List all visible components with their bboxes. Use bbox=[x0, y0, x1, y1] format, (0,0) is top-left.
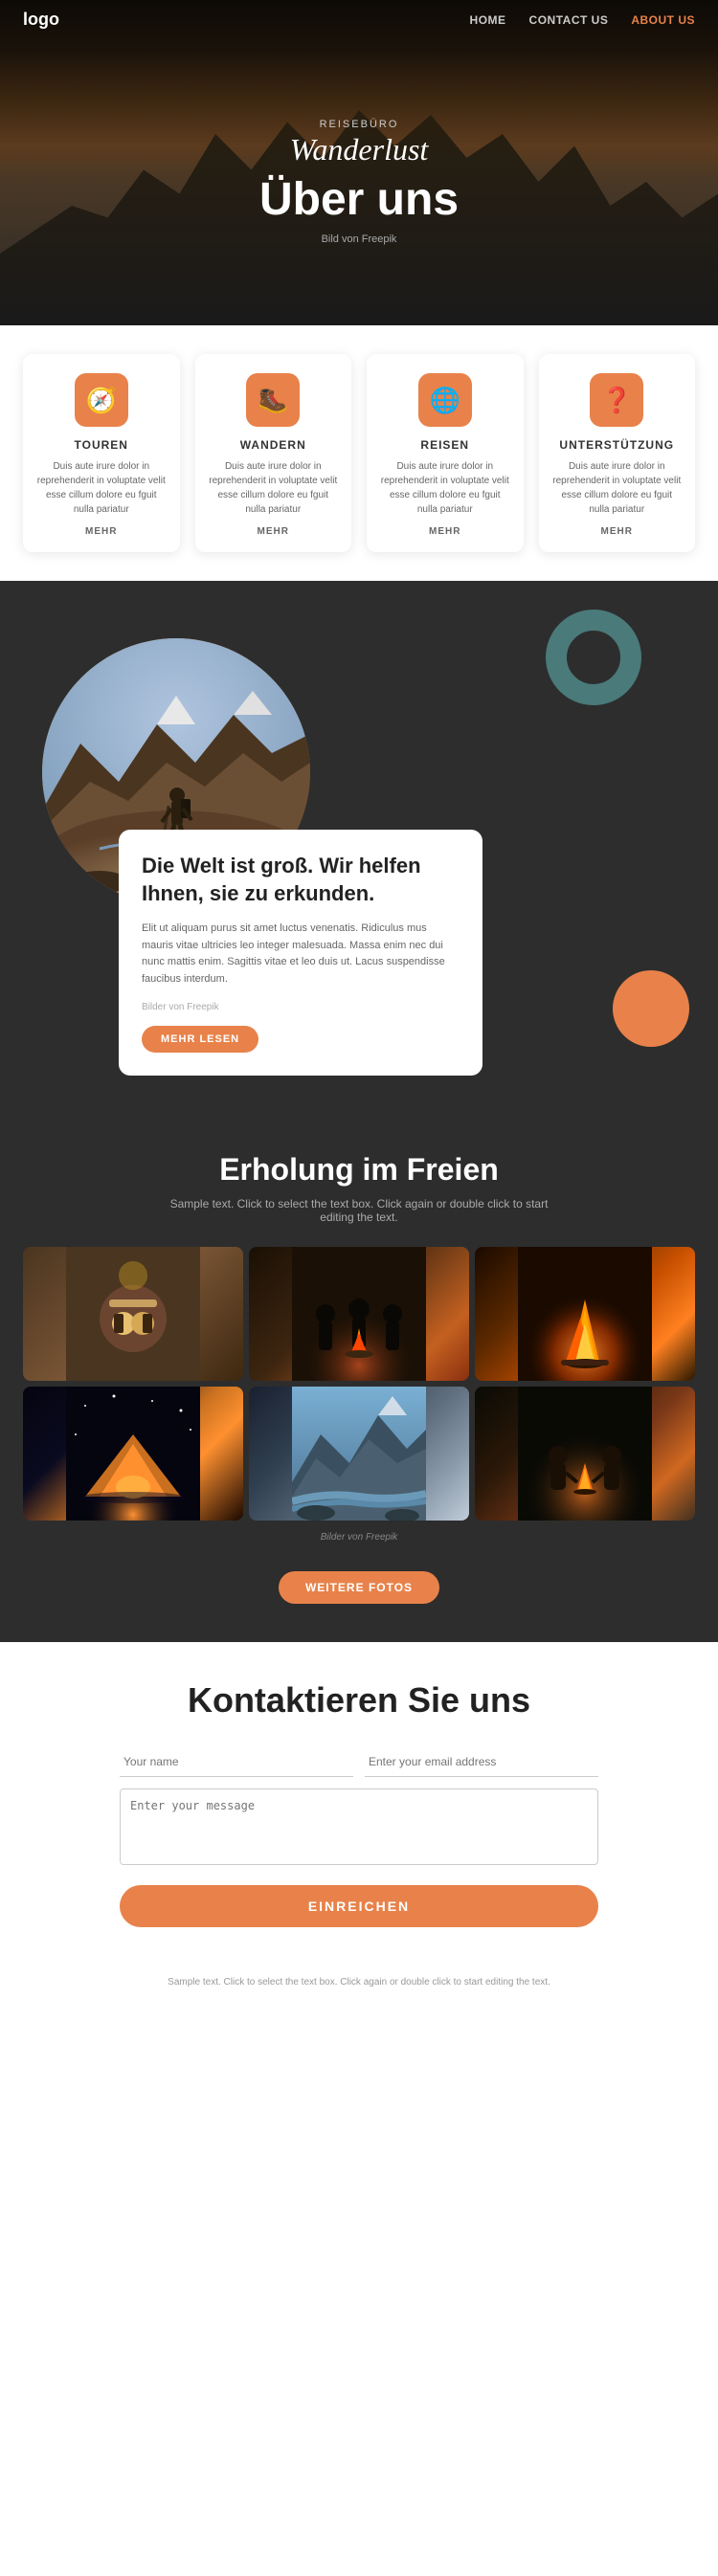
explore-heading: Die Welt ist groß. Wir helfen Ihnen, sie… bbox=[142, 853, 460, 907]
gallery-section: Erholung im Freien Sample text. Click to… bbox=[0, 1123, 718, 1642]
hero-brand: Wanderlust bbox=[259, 132, 459, 167]
contact-form: EINREICHEN bbox=[120, 1747, 598, 1927]
explore-content-card: Die Welt ist groß. Wir helfen Ihnen, sie… bbox=[119, 830, 482, 1076]
touren-icon: 🧭 bbox=[86, 386, 117, 415]
submit-button[interactable]: EINREICHEN bbox=[120, 1885, 598, 1927]
card-touren: 🧭 TOUREN Duis aute irure dolor in repreh… bbox=[23, 354, 180, 552]
hero-content: REISEBÜRO Wanderlust Über uns Bild von F… bbox=[259, 119, 459, 245]
card-wandern: 🥾 WANDERN Duis aute irure dolor in repre… bbox=[195, 354, 352, 552]
card-more-0[interactable]: MEHR bbox=[36, 526, 167, 537]
card-text-2: Duis aute irure dolor in reprehenderit i… bbox=[380, 459, 510, 517]
reisen-icon: 🌐 bbox=[430, 386, 460, 415]
gallery-credit: Bilder von Freepik bbox=[23, 1532, 695, 1543]
navbar: logo HOME CONTACT US ABOUT US bbox=[0, 0, 718, 39]
nav-home[interactable]: HOME bbox=[470, 13, 506, 27]
card-more-2[interactable]: MEHR bbox=[380, 526, 510, 537]
gallery-item-couple-fire bbox=[475, 1387, 695, 1521]
gallery-item-river bbox=[249, 1387, 469, 1521]
contact-title: Kontaktieren Sie uns bbox=[23, 1680, 695, 1721]
circle-orange-decoration bbox=[613, 970, 689, 1047]
message-textarea[interactable] bbox=[120, 1788, 598, 1865]
name-input[interactable] bbox=[120, 1747, 353, 1777]
explore-credit: Bilder von Freepik bbox=[142, 1002, 460, 1012]
card-title-0: TOUREN bbox=[36, 438, 167, 452]
card-icon-wrap-3: ❓ bbox=[590, 373, 643, 427]
unterstuetzung-icon: ❓ bbox=[601, 386, 632, 415]
gallery-title: Erholung im Freien bbox=[23, 1152, 695, 1188]
cards-grid: 🧭 TOUREN Duis aute irure dolor in repreh… bbox=[23, 354, 695, 552]
card-icon-wrap-2: 🌐 bbox=[418, 373, 472, 427]
gallery-item-bonfire bbox=[475, 1247, 695, 1381]
gallery-grid-bottom bbox=[23, 1387, 695, 1521]
explore-body: Elit ut aliquam purus sit amet luctus ve… bbox=[142, 921, 460, 988]
nav-about[interactable]: ABOUT US bbox=[631, 13, 695, 27]
email-input[interactable] bbox=[365, 1747, 598, 1777]
more-photos-button[interactable]: WEITERE FOTOS bbox=[279, 1571, 439, 1604]
nav-links: HOME CONTACT US ABOUT US bbox=[470, 13, 695, 27]
card-more-1[interactable]: MEHR bbox=[209, 526, 339, 537]
card-icon-wrap-1: 🥾 bbox=[246, 373, 300, 427]
gallery-item-campfire-group bbox=[249, 1247, 469, 1381]
hero-section: REISEBÜRO Wanderlust Über uns Bild von F… bbox=[0, 0, 718, 325]
contact-section: Kontaktieren Sie uns EINREICHEN bbox=[0, 1642, 718, 1956]
card-title-1: WANDERN bbox=[209, 438, 339, 452]
card-title-2: REISEN bbox=[380, 438, 510, 452]
hero-credit: Bild von Freepik bbox=[259, 233, 459, 245]
logo: logo bbox=[23, 10, 59, 30]
card-text-0: Duis aute irure dolor in reprehenderit i… bbox=[36, 459, 167, 517]
footer-text: Sample text. Click to select the text bo… bbox=[0, 1956, 718, 2009]
form-name-email-row bbox=[120, 1747, 598, 1777]
hero-subtitle: REISEBÜRO bbox=[259, 119, 459, 130]
card-text-3: Duis aute irure dolor in reprehenderit i… bbox=[552, 459, 683, 517]
cards-section: 🧭 TOUREN Duis aute irure dolor in repreh… bbox=[0, 325, 718, 581]
card-reisen: 🌐 REISEN Duis aute irure dolor in repreh… bbox=[367, 354, 524, 552]
card-unterstuetzung: ❓ UNTERSTÜTZUNG Duis aute irure dolor in… bbox=[539, 354, 696, 552]
gallery-item-tent-night bbox=[23, 1387, 243, 1521]
wandern-icon: 🥾 bbox=[258, 386, 288, 415]
read-more-button[interactable]: MEHR LESEN bbox=[142, 1026, 258, 1053]
card-text-1: Duis aute irure dolor in reprehenderit i… bbox=[209, 459, 339, 517]
hero-title: Über uns bbox=[259, 173, 459, 226]
card-title-3: UNTERSTÜTZUNG bbox=[552, 438, 683, 452]
card-icon-wrap-0: 🧭 bbox=[75, 373, 128, 427]
circle-teal-decoration bbox=[546, 610, 641, 705]
nav-contact[interactable]: CONTACT US bbox=[529, 13, 609, 27]
explore-section: Die Welt ist groß. Wir helfen Ihnen, sie… bbox=[0, 581, 718, 1123]
card-more-3[interactable]: MEHR bbox=[552, 526, 683, 537]
gallery-item-camp-food bbox=[23, 1247, 243, 1381]
gallery-subtitle: Sample text. Click to select the text bo… bbox=[168, 1197, 550, 1224]
gallery-grid-top bbox=[23, 1247, 695, 1381]
